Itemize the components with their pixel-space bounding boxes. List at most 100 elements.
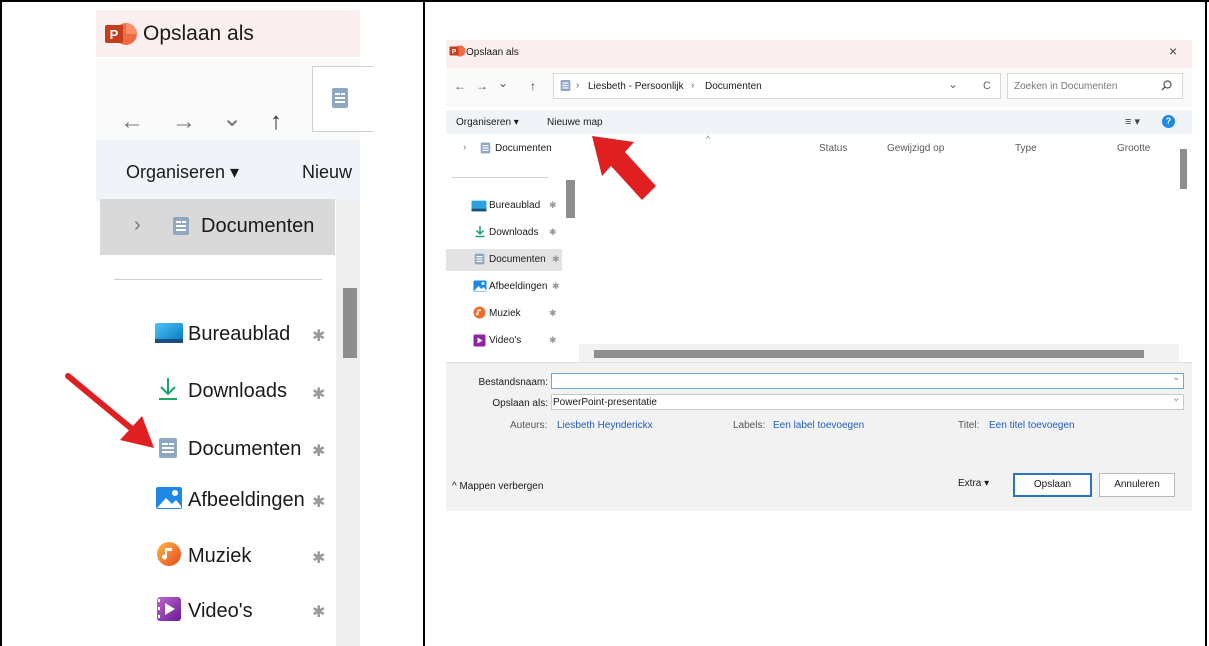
help-icon[interactable]: ? (1162, 115, 1175, 128)
pin-icon: ✱ (549, 335, 557, 345)
videos-icon (473, 334, 486, 347)
left-quick-item-bureaublad[interactable]: Bureaublad (188, 323, 290, 346)
pin-icon: ✱ (552, 281, 560, 291)
svg-text:P: P (452, 49, 457, 56)
savetype-label: Opslaan als: (492, 398, 548, 409)
quick-item-downloads[interactable]: Downloads (489, 227, 538, 238)
cancel-button[interactable]: Annuleren (1099, 473, 1175, 497)
filename-input[interactable] (551, 373, 1184, 389)
pin-icon: ✱ (312, 443, 326, 460)
address-dropdown-icon[interactable]: ⌄ (948, 77, 958, 91)
labels-label: Labels: (733, 420, 766, 431)
close-icon[interactable]: × (1169, 43, 1177, 59)
pictures-icon (473, 280, 487, 292)
quick-item-afbeeldingen[interactable]: Afbeeldingen (489, 281, 547, 292)
navigation-pane (446, 134, 579, 362)
left-up-button[interactable]: ↑ (270, 108, 282, 136)
dialog-title-bar (446, 40, 1192, 68)
pin-icon: ✱ (549, 200, 557, 210)
red-arrow-annotation (592, 136, 656, 200)
breadcrumb-item-documenten[interactable]: Documenten (705, 81, 762, 92)
pin-icon: ✱ (549, 227, 557, 237)
download-icon (475, 226, 485, 238)
forward-button[interactable]: → (476, 79, 488, 93)
left-quick-item-videos[interactable]: Video's (188, 600, 253, 623)
desktop-icon (471, 200, 487, 212)
left-tree-chevron-icon[interactable]: › (134, 214, 141, 237)
nav-scrollbar-thumb[interactable] (566, 180, 575, 218)
pictures-icon (156, 487, 182, 509)
left-separator (114, 279, 322, 280)
left-forward-button[interactable]: → (172, 108, 196, 136)
tree-chevron-icon[interactable]: › (463, 142, 466, 153)
left-quick-item-afbeeldingen[interactable]: Afbeeldingen (188, 489, 305, 512)
documents-icon (474, 253, 485, 265)
view-options-icon[interactable]: ≡ ▾ (1125, 115, 1140, 128)
column-header-size[interactable]: Grootte (1117, 143, 1150, 154)
breadcrumb-item-persoonlijk[interactable]: Liesbeth - Persoonlijk (588, 81, 684, 92)
extra-button[interactable]: Extra ▾ (958, 478, 989, 489)
organize-button[interactable]: Organiseren ▾ (456, 117, 519, 128)
left-window-title: Opslaan als (143, 22, 254, 45)
left-quick-item-downloads[interactable]: Downloads (188, 380, 287, 403)
red-arrow-annotation (65, 373, 154, 448)
title-label: Titel: (958, 420, 980, 431)
pin-icon: ✱ (549, 308, 557, 318)
left-quick-item-documenten[interactable]: Documenten (188, 438, 301, 461)
title-value[interactable]: Een titel toevoegen (989, 420, 1075, 431)
quick-item-muziek[interactable]: Muziek (489, 308, 521, 319)
svg-text:P: P (110, 27, 119, 42)
column-header-type[interactable]: Type (1015, 143, 1037, 154)
desktop-icon (155, 323, 183, 343)
left-organize-button[interactable]: Organiseren ▾ (126, 162, 239, 183)
authors-value[interactable]: Liesbeth Heynderickx (557, 420, 653, 431)
frame-divider (423, 0, 425, 646)
documents-icon (173, 217, 189, 235)
savetype-value: PowerPoint-presentatie (553, 397, 657, 408)
left-scrollbar-thumb[interactable] (343, 288, 357, 358)
dialog-title: Opslaan als (466, 47, 519, 58)
pin-icon: ✱ (552, 254, 560, 264)
refresh-icon[interactable]: C (983, 80, 991, 92)
authors-label: Auteurs: (510, 420, 548, 431)
search-icon[interactable] (1161, 80, 1172, 91)
column-header-status[interactable]: Status (819, 143, 847, 154)
nav-separator (452, 177, 548, 178)
history-dropdown[interactable]: ⌄ (498, 76, 508, 90)
frame-top (0, 0, 1209, 2)
filename-label: Bestandsnaam: (478, 377, 549, 388)
frame-right (1205, 0, 1207, 646)
list-scrollbar-vertical[interactable] (1180, 149, 1187, 189)
quick-item-bureaublad[interactable]: Bureaublad (489, 200, 540, 211)
left-back-button[interactable]: ← (120, 108, 144, 136)
music-icon (473, 306, 486, 319)
new-folder-button[interactable]: Nieuwe map (547, 117, 603, 128)
tree-item-documenten[interactable]: Documenten (495, 143, 552, 154)
pin-icon: ✱ (312, 550, 326, 567)
back-button[interactable]: ← (454, 79, 466, 93)
up-button[interactable]: ↑ (530, 79, 536, 93)
hide-folders-button[interactable]: ^ Mappen verbergen (452, 481, 543, 492)
search-placeholder: Zoeken in Documenten (1014, 81, 1118, 92)
pin-icon: ✱ (312, 604, 326, 621)
documents-icon (480, 142, 491, 154)
left-quick-item-muziek[interactable]: Muziek (188, 545, 251, 568)
pin-icon: ✱ (312, 386, 326, 403)
chevron-down-icon[interactable]: ⌄ (1172, 372, 1180, 383)
save-button[interactable]: Opslaan (1013, 473, 1092, 497)
breadcrumb-sep: › (691, 80, 695, 91)
left-tree-item-label: Documenten (201, 215, 315, 237)
chevron-down-icon[interactable]: ⌄ (1172, 393, 1180, 404)
list-scrollbar-horizontal[interactable] (594, 350, 1144, 358)
column-header-modified[interactable]: Gewijzigd op (887, 143, 944, 154)
labels-value[interactable]: Een label toevoegen (773, 420, 864, 431)
powerpoint-icon: P (105, 23, 137, 45)
sort-caret-icon: ^ (706, 134, 711, 144)
pin-icon: ✱ (312, 494, 326, 511)
left-new-folder-button[interactable]: Nieuw (302, 162, 352, 183)
quick-item-documenten[interactable]: Documenten (489, 254, 546, 265)
left-scrollbar-track (336, 200, 360, 646)
frame-left (0, 0, 2, 646)
quick-item-videos[interactable]: Video's (489, 335, 521, 346)
left-history-dropdown[interactable]: ⌄ (222, 104, 242, 133)
